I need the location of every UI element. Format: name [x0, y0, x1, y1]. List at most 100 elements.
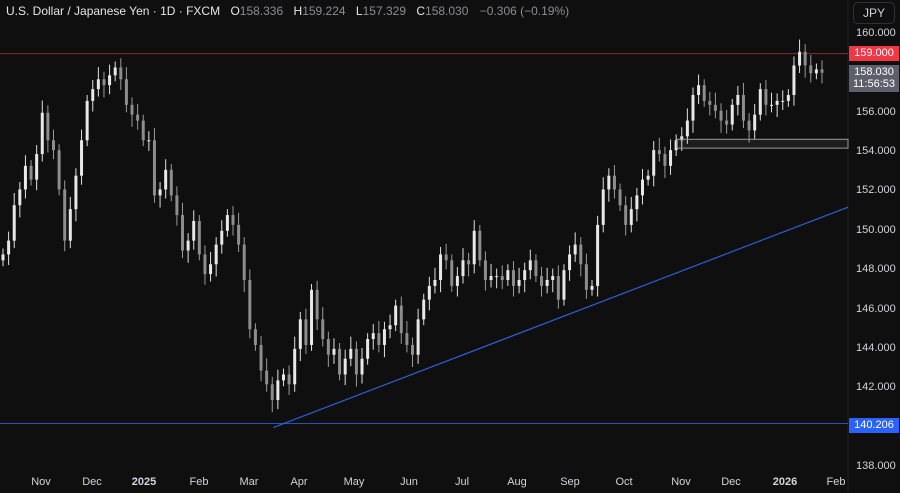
candle-body: [265, 370, 269, 385]
candle-body: [489, 276, 493, 280]
low-value: 157.329: [362, 4, 406, 18]
candle-body: [528, 260, 532, 271]
candle-body: [601, 189, 605, 225]
candle-body: [197, 220, 201, 255]
candle-body: [685, 120, 689, 137]
candle-body: [242, 244, 246, 280]
symbol-title: U.S. Dollar / Japanese Yen · 1D · FXCM: [6, 4, 221, 18]
candle-body: [814, 69, 818, 74]
candle-body: [23, 165, 27, 190]
candle-body: [399, 305, 403, 334]
candle-body: [579, 244, 583, 265]
candle-body: [607, 175, 611, 190]
candle-body: [141, 120, 145, 141]
candle-body: [12, 205, 16, 241]
candle-body: [590, 285, 594, 290]
candle-body: [214, 244, 218, 265]
candle-body: [164, 169, 168, 190]
candle-body: [483, 260, 487, 280]
candle-body: [467, 260, 471, 265]
support-zone: [676, 138, 849, 149]
candle-body: [798, 51, 802, 66]
x-tick-label: Jun: [400, 476, 418, 488]
y-tick-label: 154.000: [856, 145, 896, 158]
candle-body: [343, 358, 347, 375]
candle-body: [1, 254, 5, 261]
candle-body: [259, 344, 263, 371]
candle-body: [725, 120, 729, 125]
candle-body: [287, 374, 291, 385]
candle-body: [657, 150, 661, 155]
symbol-legend: U.S. Dollar / Japanese Yen · 1D · FXCM O…: [6, 4, 569, 18]
candle-body: [96, 79, 100, 90]
candle-body: [540, 276, 544, 286]
y-tick-label: 142.000: [856, 381, 896, 394]
candle-body: [640, 179, 644, 196]
y-tick-label: 152.000: [856, 184, 896, 197]
x-tick-label: Nov: [31, 476, 51, 488]
candle-body: [652, 150, 656, 176]
candle-body: [478, 230, 482, 261]
candle-body: [388, 325, 392, 330]
candle-body: [691, 95, 695, 121]
candle-body: [175, 195, 179, 216]
high-value: 159.224: [302, 4, 346, 18]
x-tick-label: Jul: [454, 476, 470, 488]
candle-body: [29, 165, 33, 180]
close-value: 158.030: [425, 4, 469, 18]
x-tick-label: Dec: [82, 476, 102, 488]
price-chart[interactable]: [0, 0, 900, 493]
candle-body: [253, 329, 257, 345]
x-tick-label: 2025: [131, 476, 157, 488]
x-tick-label: Feb: [826, 476, 846, 488]
candle-body: [551, 276, 555, 280]
candle-body: [820, 69, 824, 73]
candle-body: [461, 260, 465, 277]
candle-body: [332, 348, 336, 355]
candle-body: [136, 114, 140, 121]
x-tick-label: Dec: [721, 476, 741, 488]
candle-body: [186, 240, 190, 251]
candle-body: [63, 189, 67, 241]
candle-body: [534, 260, 538, 277]
candle-body: [444, 254, 448, 261]
x-tick-label: 2026: [772, 476, 798, 488]
candle-body: [338, 348, 342, 375]
candle-body: [147, 140, 151, 142]
candle-body: [624, 205, 628, 225]
high-label: H: [293, 4, 303, 18]
candle-body: [152, 140, 156, 196]
candle-body: [405, 333, 409, 345]
candle-body: [270, 384, 274, 401]
candle-body: [18, 189, 22, 206]
candle-body: [220, 230, 224, 245]
candle-body: [209, 264, 213, 275]
y-tick-label: 148.000: [856, 263, 896, 276]
x-tick-label: Apr: [290, 476, 308, 488]
open-label: O: [230, 4, 240, 18]
last-price-tag: 158.030 11:56:53: [849, 65, 899, 92]
candle-body: [596, 224, 600, 286]
candle-body: [646, 175, 650, 180]
candle-body: [775, 100, 779, 105]
candle-body: [293, 348, 297, 385]
candle-body: [231, 215, 235, 225]
x-tick-label: Oct: [615, 476, 633, 488]
y-tick-label: 146.000: [856, 302, 896, 315]
x-tick-label: Nov: [671, 476, 691, 488]
candle-body: [809, 65, 813, 74]
candle-body: [315, 289, 319, 320]
resistance-price-tag: 159.000: [849, 46, 899, 61]
candle-body: [7, 240, 11, 255]
candle-body: [422, 299, 426, 320]
currency-button[interactable]: JPY: [853, 2, 895, 24]
candle-body: [304, 319, 308, 345]
candle-body: [713, 104, 717, 111]
candle-body: [719, 110, 723, 121]
candle-body: [192, 220, 196, 241]
candle-body: [556, 276, 560, 300]
candle-body: [281, 374, 285, 381]
candle-body: [113, 67, 117, 76]
candle-body: [511, 270, 515, 286]
candle-body: [764, 89, 768, 105]
